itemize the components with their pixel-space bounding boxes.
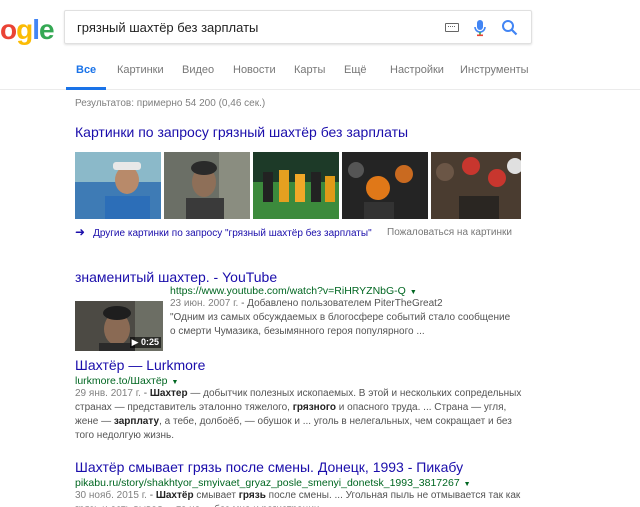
video-thumbnail[interactable]: ▶ 0:25: [75, 301, 163, 351]
dropdown-arrow-icon[interactable]: ▼: [172, 379, 179, 386]
mic-icon[interactable]: [473, 19, 487, 37]
image-thumbnail[interactable]: [342, 152, 428, 219]
more-images-row: ➜ Другие картинки по запросу "грязный шах…: [75, 225, 372, 239]
video-duration: ▶ 0:25: [129, 337, 161, 348]
tab-more[interactable]: Ещё: [344, 62, 367, 90]
snippet-text: смывает: [193, 490, 239, 501]
dropdown-arrow-icon[interactable]: ▼: [410, 289, 417, 296]
more-images-link[interactable]: Другие картинки по запросу "грязный шахт…: [93, 228, 372, 239]
logo-letter: o: [0, 14, 17, 45]
image-thumbnail[interactable]: [75, 152, 161, 219]
snippet-highlight: Шахтёр: [155, 490, 194, 501]
dropdown-arrow-icon[interactable]: ▼: [464, 481, 471, 488]
tab-settings[interactable]: Настройки: [390, 62, 444, 90]
result-url-text: lurkmore.to/Шахтёр: [75, 375, 168, 387]
snippet-highlight: грязного: [292, 402, 336, 413]
google-logo[interactable]: ogle: [0, 14, 55, 46]
image-thumbnail[interactable]: [164, 152, 250, 219]
result-snippet: 30 нояб. 2015 г. - Шахтёр смывает грязь …: [75, 489, 525, 507]
result-title-link[interactable]: Шахтёр — Lurkmore: [75, 357, 525, 373]
search-input[interactable]: грязный шахтёр без зарплаты: [77, 20, 258, 35]
logo-letter: e: [39, 14, 55, 45]
result-date: 23 июн. 2007 г.: [170, 298, 239, 309]
image-thumbnails: [75, 152, 521, 219]
search-icon[interactable]: [501, 19, 518, 36]
result-snippet: 23 июн. 2007 г. - Добавлено пользователе…: [170, 297, 515, 311]
result-date: 30 нояб. 2015 г.: [75, 490, 147, 501]
result-title-link[interactable]: знаменитый шахтер. - YouTube: [75, 269, 525, 285]
image-thumbnail[interactable]: [253, 152, 339, 219]
result-url-text: https://www.youtube.com/watch?v=RiHRYZNb…: [170, 285, 406, 297]
result-snippet-text: "Одним из самых обсуждаемых в блогосфере…: [170, 312, 511, 337]
snippet-text: -: [140, 388, 150, 399]
result-url-text: pikabu.ru/story/shakhtyor_smyivaet_gryaz…: [75, 477, 460, 489]
report-images-link[interactable]: Пожаловаться на картинки: [387, 227, 512, 238]
search-tabs: Все Картинки Видео Новости Карты Ещё Нас…: [64, 62, 624, 90]
images-section-title[interactable]: Картинки по запросу грязный шахтёр без з…: [75, 124, 408, 140]
snippet-highlight: Шахтер: [149, 388, 188, 399]
result-url: pikabu.ru/story/shakhtyor_smyivaet_gryaz…: [75, 477, 525, 489]
search-result: Шахтёр — Lurkmore lurkmore.to/Шахтёр ▼ 29…: [75, 357, 525, 443]
result-title-link[interactable]: Шахтёр смывает грязь после смены. Донецк…: [75, 459, 525, 475]
result-date: 29 янв. 2017 г.: [75, 388, 141, 399]
search-box[interactable]: грязный шахтёр без зарплаты: [64, 10, 532, 44]
logo-letter: g: [16, 14, 33, 45]
tab-maps[interactable]: Карты: [294, 62, 325, 90]
snippet-text: -: [146, 490, 156, 501]
tab-news[interactable]: Новости: [233, 62, 276, 90]
image-thumbnail[interactable]: [431, 152, 521, 219]
tab-tools[interactable]: Инструменты: [460, 62, 529, 90]
result-snippet: 29 янв. 2017 г. - Шахтер — добытчик поле…: [75, 387, 525, 443]
search-result: Шахтёр смывает грязь после смены. Донецк…: [75, 459, 525, 507]
result-url: lurkmore.to/Шахтёр ▼: [75, 375, 525, 387]
tab-all[interactable]: Все: [65, 62, 107, 90]
search-result: знаменитый шахтер. - YouTube ▶ 0:25 http…: [75, 269, 525, 359]
result-meta: - Добавлено пользователем PiterTheGreat2: [238, 298, 443, 309]
tab-images[interactable]: Картинки: [117, 62, 164, 90]
snippet-highlight: зарплату: [113, 416, 160, 427]
result-url: https://www.youtube.com/watch?v=RiHRYZNb…: [170, 285, 515, 297]
tab-video[interactable]: Видео: [182, 62, 214, 90]
keyboard-icon[interactable]: [445, 23, 459, 32]
snippet-highlight: грязь: [238, 490, 266, 501]
header: ogle грязный шахтёр без зарплаты Все Кар…: [0, 0, 640, 90]
result-stats: Результатов: примерно 54 200 (0,46 сек.): [75, 98, 266, 109]
logo-letter: l: [32, 14, 40, 45]
arrow-right-icon: ➜: [75, 225, 86, 239]
